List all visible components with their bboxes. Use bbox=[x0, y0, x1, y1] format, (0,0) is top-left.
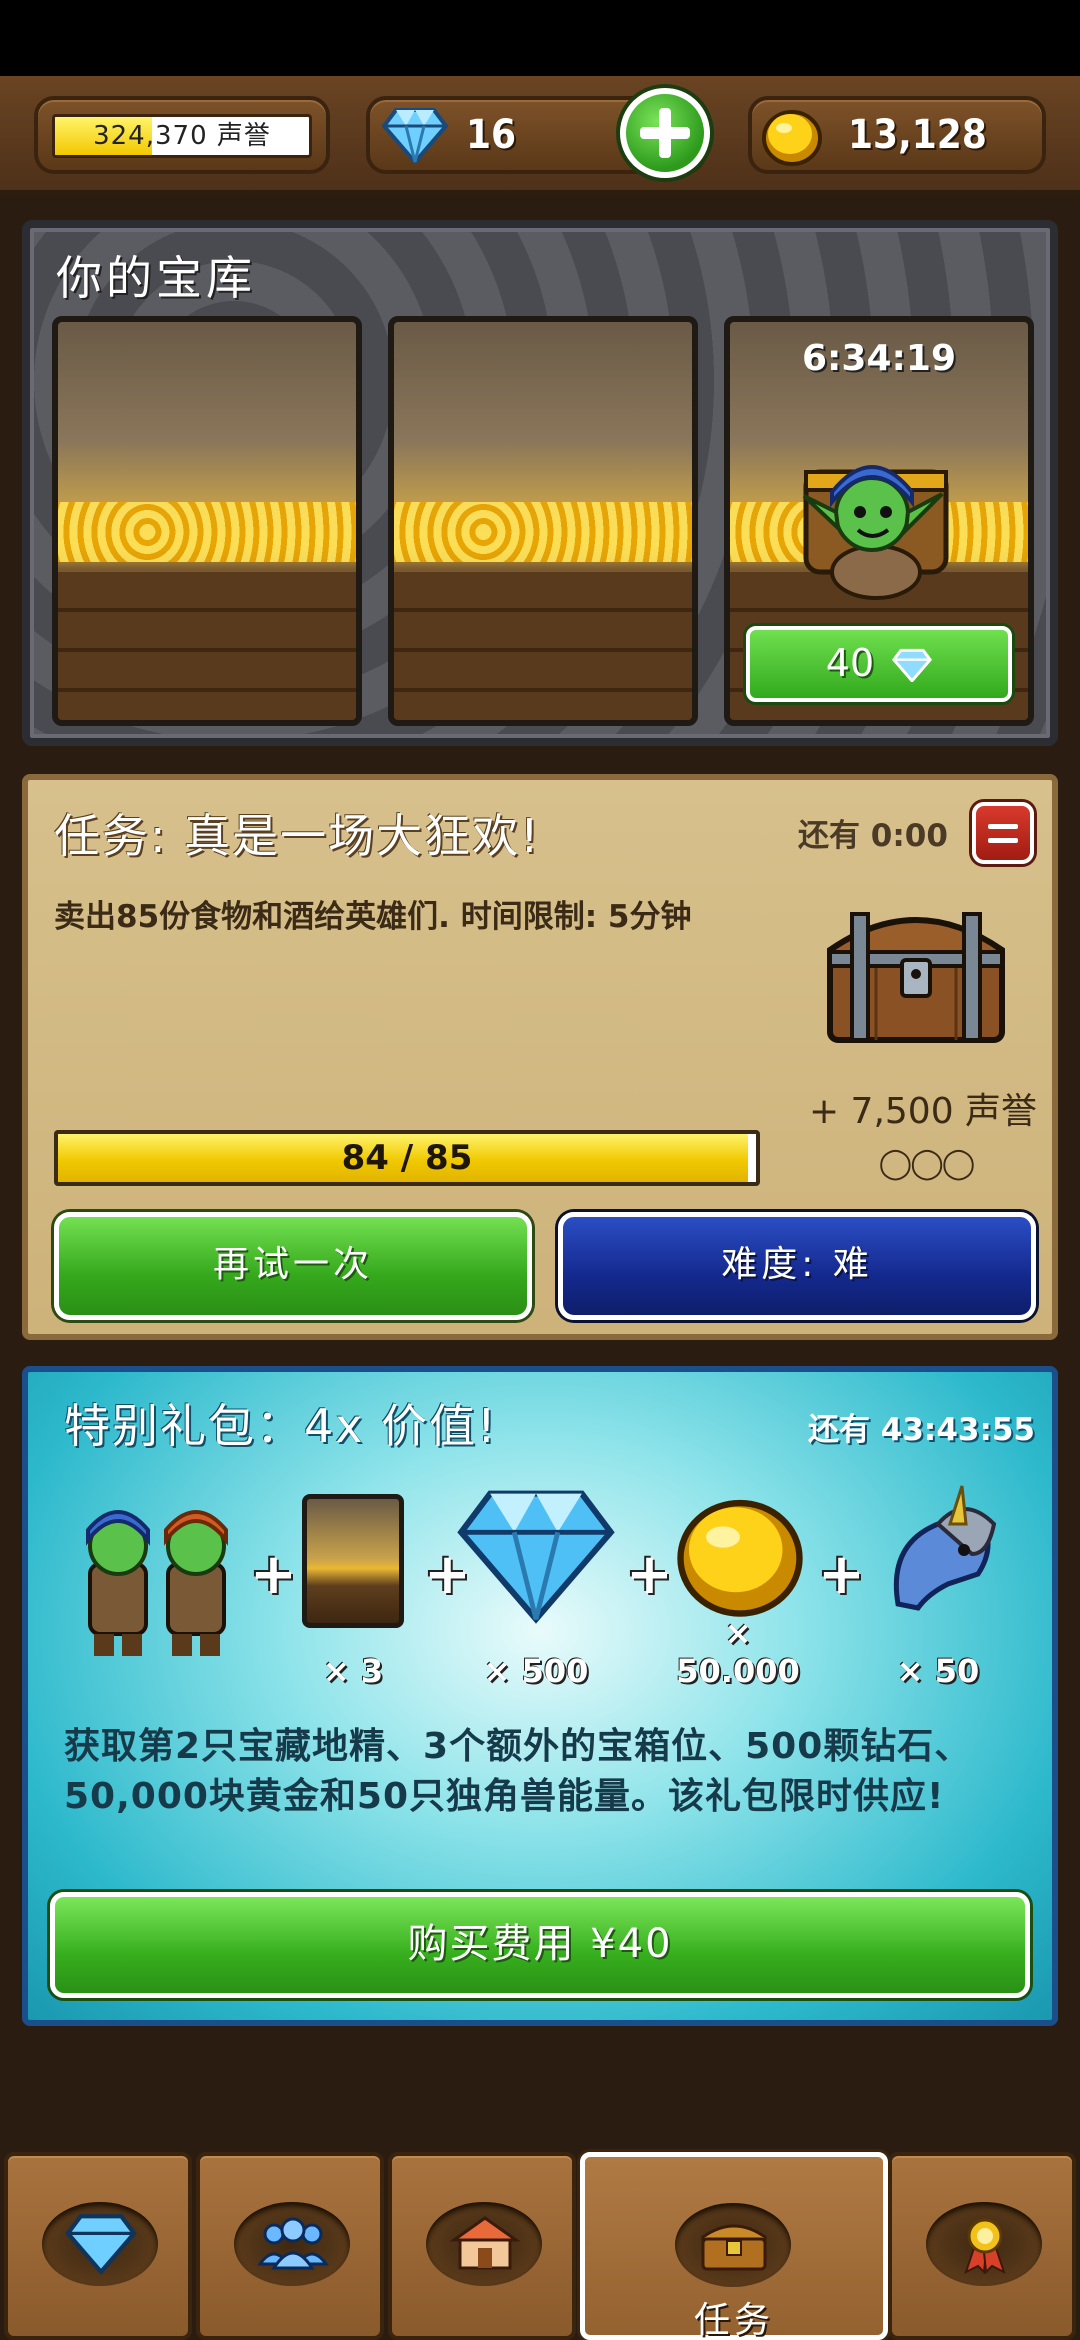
offer-time-left: 还有 43:43:55 bbox=[808, 1412, 1036, 1448]
offer-title: 特别礼包：4x 价值! bbox=[64, 1399, 498, 1453]
wood-planks bbox=[58, 572, 356, 720]
wood-planks bbox=[394, 572, 692, 720]
vault-slot-1[interactable] bbox=[52, 316, 362, 726]
reputation-pill[interactable]: 324,370 声誉 bbox=[34, 96, 330, 174]
gems-value: 16 bbox=[466, 112, 517, 158]
offer-item-gold: × 50.000 bbox=[658, 1484, 818, 1690]
gold-value: 13,128 bbox=[848, 112, 987, 158]
mission-menu-button[interactable] bbox=[972, 802, 1034, 864]
nav-tab-achievements[interactable] bbox=[888, 2152, 1076, 2340]
system-status-bar bbox=[0, 0, 1080, 76]
vault-panel: 你的宝库 6:34:19 40 bbox=[22, 220, 1058, 746]
special-offer-panel: 特别礼包：4x 价值! 还有 43:43:55 + × 3 + × 500 + … bbox=[22, 1366, 1058, 2026]
diamond-icon bbox=[892, 648, 933, 684]
difficulty-button[interactable]: 难度: 难 bbox=[558, 1212, 1036, 1320]
vault-slot-2[interactable] bbox=[388, 316, 698, 726]
offer-item-unicorn: × 50 bbox=[868, 1484, 1008, 1690]
medal-icon bbox=[964, 2218, 1006, 2274]
reputation-value: 324,370 声誉 bbox=[93, 121, 271, 151]
speed-up-button[interactable]: 40 bbox=[746, 626, 1012, 702]
buy-offer-button[interactable]: 购买费用 ¥40 bbox=[50, 1892, 1030, 1998]
bottom-nav: 任务 bbox=[0, 2146, 1080, 2340]
diamond-icon bbox=[382, 108, 448, 164]
offer-item-qty: × 3 bbox=[322, 1652, 384, 1690]
retry-button[interactable]: 再试一次 bbox=[54, 1212, 532, 1320]
slot-timer: 6:34:19 bbox=[801, 338, 957, 379]
offer-item-vault-slot: × 3 bbox=[298, 1484, 408, 1690]
vault-slot-3[interactable]: 6:34:19 40 bbox=[724, 316, 1034, 726]
nav-tab-missions[interactable]: 任务 bbox=[580, 2152, 888, 2340]
speed-up-cost: 40 bbox=[825, 641, 875, 685]
mission-title: 任务: 真是一场大狂欢! bbox=[54, 809, 541, 863]
offer-item-diamonds: × 500 bbox=[456, 1484, 616, 1690]
offer-item-qty: × 500 bbox=[483, 1652, 589, 1690]
treasure-chest-icon bbox=[827, 912, 1005, 1043]
offer-item-qty: × 50 bbox=[896, 1652, 980, 1690]
gold-coin-icon bbox=[762, 110, 822, 166]
mission-stars: ◯◯◯ bbox=[878, 1146, 976, 1181]
offer-item-qty: × 50.000 bbox=[676, 1614, 800, 1690]
nav-tab-label: 任务 bbox=[693, 2300, 774, 2340]
mission-time-left: 还有 0:00 bbox=[798, 818, 948, 854]
unicorn-icon bbox=[893, 1485, 997, 1611]
goblin-pair-icon bbox=[86, 1510, 228, 1656]
gold-pile bbox=[394, 502, 692, 562]
offer-description: 获取第2只宝藏地精、3个额外的宝箱位、500颗钻石、50,000块黄金和50只独… bbox=[64, 1726, 972, 1817]
mission-panel: 任务: 真是一场大狂欢! 还有 0:00 卖出85份食物和酒给英雄们. 时间限制… bbox=[22, 774, 1058, 1340]
gold-pill[interactable]: 13,128 bbox=[748, 96, 1046, 174]
shop-icon bbox=[449, 2216, 521, 2270]
add-gems-button[interactable] bbox=[620, 88, 710, 178]
vault-slot-icon bbox=[302, 1494, 404, 1628]
diamond-icon bbox=[457, 1490, 615, 1624]
gold-coin-icon bbox=[677, 1499, 803, 1617]
people-icon bbox=[257, 2217, 329, 2270]
plus-sign: + bbox=[250, 1542, 297, 1607]
mission-progress-bar: 84 / 85 bbox=[54, 1130, 760, 1186]
nav-tab-heroes[interactable] bbox=[196, 2152, 384, 2340]
gold-pile bbox=[58, 502, 356, 562]
mission-progress-text: 84 / 85 bbox=[341, 1138, 473, 1178]
goblin-icon bbox=[802, 465, 949, 600]
vault-title: 你的宝库 bbox=[56, 251, 256, 305]
nav-tab-shop[interactable] bbox=[388, 2152, 576, 2340]
nav-tab-gems[interactable] bbox=[4, 2152, 192, 2340]
diamond-icon bbox=[65, 2214, 137, 2274]
chest-icon bbox=[701, 2224, 767, 2271]
resource-bar: 324,370 声誉 16 13,128 bbox=[0, 76, 1080, 194]
offer-item-goblins bbox=[74, 1484, 244, 1664]
mission-description: 卖出85份食物和酒给英雄们. 时间限制: 5分钟 bbox=[54, 899, 692, 935]
mission-reward: + 7,500 声誉 bbox=[808, 1091, 1038, 1132]
plus-sign: + bbox=[818, 1542, 865, 1607]
reputation-bar: 324,370 声誉 bbox=[52, 114, 312, 158]
